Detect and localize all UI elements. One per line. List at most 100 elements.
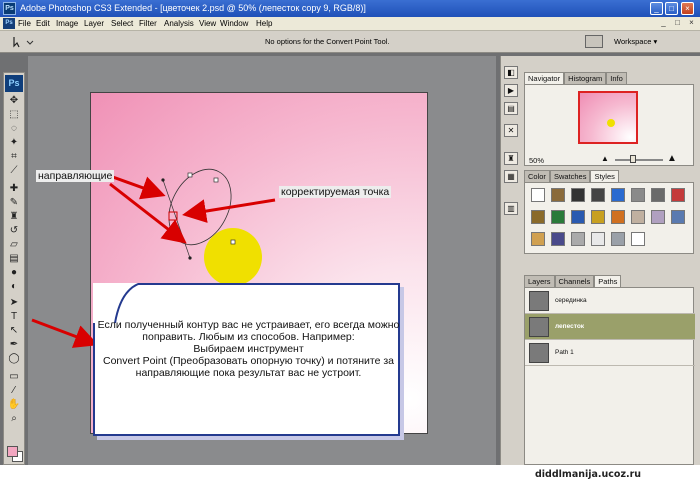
healing-brush-icon[interactable]: ✚ — [7, 183, 21, 194]
menu-help[interactable]: Help — [256, 19, 272, 28]
tab-swatches[interactable]: Swatches — [549, 170, 591, 182]
style-swatch[interactable] — [651, 210, 665, 224]
style-swatch[interactable] — [531, 232, 545, 246]
menu-image[interactable]: Image — [56, 19, 78, 28]
convert-point-icon[interactable] — [10, 35, 34, 49]
path-row-path1[interactable]: Path 1 — [525, 340, 695, 366]
paths-panel: серединка лепесток Path 1 — [524, 287, 695, 465]
type-tool-icon[interactable]: T — [7, 311, 21, 322]
style-swatch[interactable] — [591, 232, 605, 246]
tab-navigator[interactable]: Navigator — [524, 72, 565, 84]
style-swatch[interactable] — [611, 210, 625, 224]
marquee-tool-icon[interactable]: ⬚ — [7, 109, 21, 120]
style-swatch[interactable] — [591, 210, 605, 224]
style-swatch[interactable] — [591, 188, 605, 202]
navigator-thumbnail[interactable] — [578, 91, 638, 144]
zoom-slider-knob[interactable] — [630, 155, 636, 163]
style-swatch[interactable] — [631, 232, 645, 246]
style-swatch[interactable] — [551, 188, 565, 202]
navigator-zoom[interactable]: 50% — [529, 156, 544, 165]
doc-restore-button[interactable]: □ — [672, 18, 683, 29]
path-thumbnail — [529, 343, 549, 363]
style-swatch[interactable] — [611, 232, 625, 246]
gradient-tool-icon[interactable]: ▤ — [7, 253, 21, 264]
path-row-lepestok[interactable]: лепесток — [525, 314, 695, 340]
tab-histogram[interactable]: Histogram — [564, 72, 607, 84]
style-swatch[interactable] — [651, 188, 665, 202]
path-row-seredinka[interactable]: серединка — [525, 288, 695, 314]
style-swatch[interactable] — [531, 210, 545, 224]
brush-tool-icon[interactable]: ✎ — [7, 197, 21, 208]
style-swatch[interactable] — [671, 188, 685, 202]
dock-layer-comps-icon[interactable]: ▦ — [504, 170, 518, 183]
zoom-tool-icon[interactable]: ⌕ — [7, 413, 21, 424]
style-swatch[interactable] — [571, 232, 585, 246]
dodge-tool-icon[interactable]: ◐ — [7, 281, 21, 292]
ps-menu-icon[interactable]: Ps — [3, 18, 15, 29]
path-selection-icon[interactable]: ➤ — [7, 297, 21, 308]
menu-filter[interactable]: Filter — [139, 19, 157, 28]
magic-wand-icon[interactable]: ✦ — [7, 137, 21, 148]
style-swatch[interactable] — [631, 188, 645, 202]
tab-info[interactable]: Info — [606, 72, 627, 84]
zoom-in-icon[interactable]: ▲ — [667, 153, 677, 164]
eyedropper-icon[interactable]: ⁄ — [7, 385, 21, 396]
style-swatch[interactable] — [631, 210, 645, 224]
pen-tool-icon[interactable]: ✒ — [7, 339, 21, 350]
tab-styles[interactable]: Styles — [590, 170, 619, 182]
move-tool-icon[interactable]: ✥ — [7, 95, 21, 106]
workspace-menu[interactable]: Workspace ▾ — [614, 37, 657, 46]
eraser-tool-icon[interactable]: ▱ — [7, 239, 21, 250]
zoom-out-icon[interactable]: ▲ — [601, 154, 609, 163]
style-swatch[interactable] — [571, 188, 585, 202]
menu-bar: Ps File Edit Image Layer Select Filter A… — [0, 17, 700, 31]
minimize-button[interactable]: _ — [650, 2, 663, 15]
path-name: лепесток — [555, 323, 585, 330]
notes-tool-icon[interactable]: ▭ — [7, 371, 21, 382]
zoom-slider[interactable] — [615, 159, 663, 161]
slice-tool-icon[interactable]: ⟋ — [7, 165, 21, 176]
style-swatch[interactable] — [571, 210, 585, 224]
menu-file[interactable]: File — [18, 19, 31, 28]
navigator-tabs: Navigator Histogram Info — [524, 72, 627, 84]
tab-layers[interactable]: Layers — [524, 275, 555, 287]
thumbnail-sun — [607, 119, 615, 127]
dock-character-icon[interactable]: ▥ — [504, 202, 518, 215]
style-swatch[interactable] — [531, 188, 545, 202]
direct-selection-icon[interactable]: ↖ — [7, 325, 21, 336]
dock-actions-icon[interactable]: ▶ — [504, 84, 518, 97]
foreground-color-swatch[interactable] — [7, 446, 18, 457]
doc-close-button[interactable]: × — [686, 18, 697, 29]
dock-history-icon[interactable]: ◧ — [504, 66, 518, 79]
menu-layer[interactable]: Layer — [84, 19, 104, 28]
close-button[interactable]: × — [681, 2, 694, 15]
blur-tool-icon[interactable]: ● — [7, 267, 21, 278]
history-brush-icon[interactable]: ↺ — [7, 225, 21, 236]
style-swatch[interactable] — [551, 232, 565, 246]
tab-channels[interactable]: Channels — [554, 275, 595, 287]
hand-tool-icon[interactable]: ✋ — [7, 399, 21, 410]
path-name: Path 1 — [555, 349, 574, 356]
menu-edit[interactable]: Edit — [36, 19, 50, 28]
dock-brushes-icon[interactable]: ✕ — [504, 124, 518, 137]
crop-tool-icon[interactable]: ⌗ — [7, 151, 21, 162]
tab-paths[interactable]: Paths — [594, 275, 622, 287]
menu-view[interactable]: View — [199, 19, 216, 28]
tab-color[interactable]: Color — [524, 170, 550, 182]
clone-stamp-icon[interactable]: ♜ — [7, 211, 21, 222]
toolbox: Ps ✥ ⬚ ◌ ✦ ⌗ ⟋ ✚ ✎ ♜ ↺ ▱ ▤ ● ◐ ➤ T ↖ ✒ ◯… — [3, 72, 25, 465]
maximize-button[interactable]: □ — [665, 2, 678, 15]
dock-tool-presets-icon[interactable]: ▤ — [504, 102, 518, 115]
dock-clone-icon[interactable]: ♜ — [504, 152, 518, 165]
style-swatch[interactable] — [671, 210, 685, 224]
workspace-icon[interactable] — [585, 35, 603, 48]
style-swatch[interactable] — [551, 210, 565, 224]
menu-analysis[interactable]: Analysis — [164, 19, 194, 28]
lasso-tool-icon[interactable]: ◌ — [7, 123, 21, 134]
style-swatch[interactable] — [611, 188, 625, 202]
menu-window[interactable]: Window — [220, 19, 248, 28]
doc-minimize-button[interactable]: _ — [658, 18, 669, 29]
menu-select[interactable]: Select — [111, 19, 133, 28]
styles-tabs: Color Swatches Styles — [524, 170, 619, 182]
shape-tool-icon[interactable]: ◯ — [7, 353, 21, 364]
